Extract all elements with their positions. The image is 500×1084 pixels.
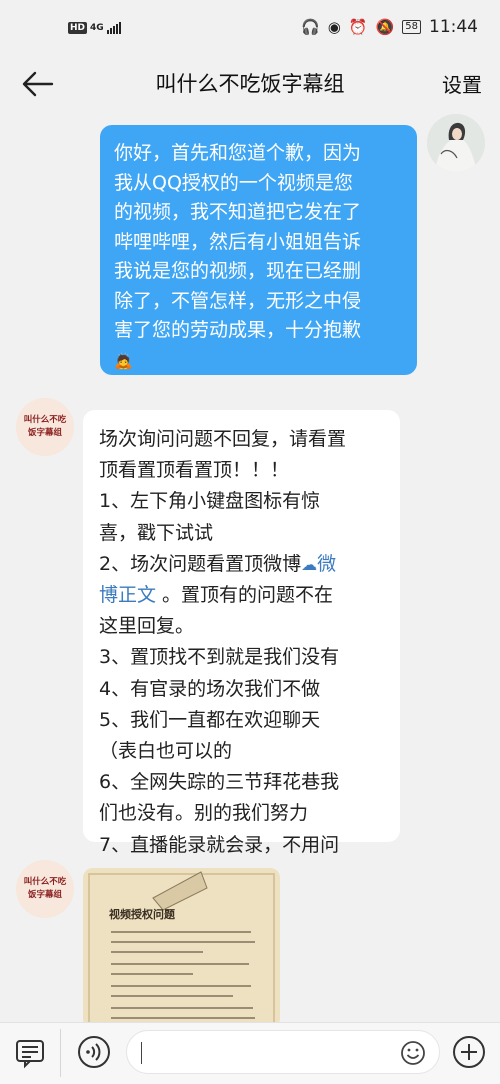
message-line: 喜，戳下试试	[99, 521, 214, 544]
message-text: 。置顶有的问题不在	[156, 584, 334, 607]
status-left: HD 4G	[68, 22, 121, 34]
message-line: 的视频，我不知道把它发在了	[114, 201, 362, 223]
menu-keyboard-icon[interactable]	[13, 1035, 47, 1069]
plus-icon[interactable]	[452, 1035, 486, 1069]
message-text: 2、场次问题看置顶微博	[99, 552, 302, 575]
group-avatar-label: 叫什么不吃饭字幕组	[23, 877, 67, 900]
message-line: 3、置顶找不到就是我们没有	[99, 646, 340, 669]
message-line: 害了您的劳动成果，十分抱歉	[114, 319, 362, 341]
status-bar: HD 4G 🎧 ◉ ⏰ 🔕 58 11:44	[0, 0, 500, 60]
emoji-icon[interactable]	[400, 1040, 426, 1066]
message-line: 哔哩哔哩，然后有小姐姐告诉	[114, 230, 362, 253]
voice-icon[interactable]	[77, 1035, 111, 1069]
network-type: 4G	[90, 23, 104, 33]
message-line: 除了，不管怎样，无形之中侵	[114, 289, 362, 312]
weibo-link-cont[interactable]: 博正文	[99, 584, 156, 606]
text-caret	[141, 1042, 142, 1064]
message-line: 顶看置顶看置顶！！！	[99, 459, 290, 482]
headset-icon: 🎧	[301, 18, 320, 36]
incoming-message-bubble[interactable]: 场次询问问题不回复，请看置 顶看置顶看置顶！！！ 1、左下角小键盘图标有惊 喜，…	[83, 410, 400, 856]
message-line: （表白也可以的	[99, 740, 233, 763]
chat-title: 叫什么不吃饭字幕组	[155, 72, 345, 96]
weibo-link-icon[interactable]: ☁	[301, 555, 317, 574]
message-input[interactable]	[126, 1030, 440, 1074]
input-bar	[0, 1022, 500, 1084]
signal-icon	[106, 22, 121, 34]
group-avatar-label: 叫什么不吃饭字幕组	[23, 415, 67, 438]
message-line: 场次询问问题不回复，请看置	[99, 428, 347, 450]
chat-header: 叫什么不吃饭字幕组 设置	[0, 60, 500, 110]
group-avatar[interactable]: 叫什么不吃饭字幕组	[16, 398, 74, 456]
image-note-title: 视频授权问题	[109, 908, 175, 921]
alarm-icon: ⏰	[348, 18, 368, 36]
user-avatar[interactable]	[427, 114, 485, 172]
outgoing-message-bubble[interactable]: 你好，首先和您道个歉，因为 我从QQ授权的一个视频是您 的视频，我不知道把它发在…	[100, 125, 417, 375]
message-line: 博正文 。置顶有的问题不在	[99, 580, 390, 611]
message-line: 我从QQ授权的一个视频是您	[114, 171, 353, 194]
clock: 11:44	[429, 17, 478, 37]
group-avatar[interactable]: 叫什么不吃饭字幕组	[16, 860, 74, 918]
settings-button[interactable]: 设置	[442, 69, 482, 98]
message-line: 1、左下角小键盘图标有惊	[99, 490, 321, 513]
status-right: 🎧 ◉ ⏰ 🔕 58 11:44	[301, 17, 478, 37]
bow-emoji-icon: 🙇	[114, 351, 133, 370]
message-line: 们也没有。别的我们努力	[99, 802, 309, 825]
image-message[interactable]: 视频授权问题	[83, 868, 280, 1028]
message-line: 这里回复。	[99, 615, 195, 638]
message-line: 2、场次问题看置顶微博☁微	[99, 549, 390, 580]
hd-indicator: HD	[68, 22, 88, 34]
battery-icon: 58	[402, 20, 421, 34]
message-line: 5、我们一直都在欢迎聊天	[99, 708, 321, 731]
mute-bell-icon: 🔕	[375, 18, 395, 36]
message-line: 6、全网失踪的三节拜花巷我	[99, 771, 340, 794]
divider	[60, 1029, 61, 1077]
message-line: 4、有官录的场次我们不做	[99, 677, 321, 700]
eye-icon: ◉	[327, 18, 341, 36]
message-line: 你好，首先和您道个歉，因为	[114, 142, 362, 164]
message-line: 我说是您的视频，现在已经删	[114, 260, 362, 282]
message-line: 7、直播能录就会录，不用问	[99, 833, 340, 856]
weibo-link[interactable]: 微	[317, 553, 336, 575]
